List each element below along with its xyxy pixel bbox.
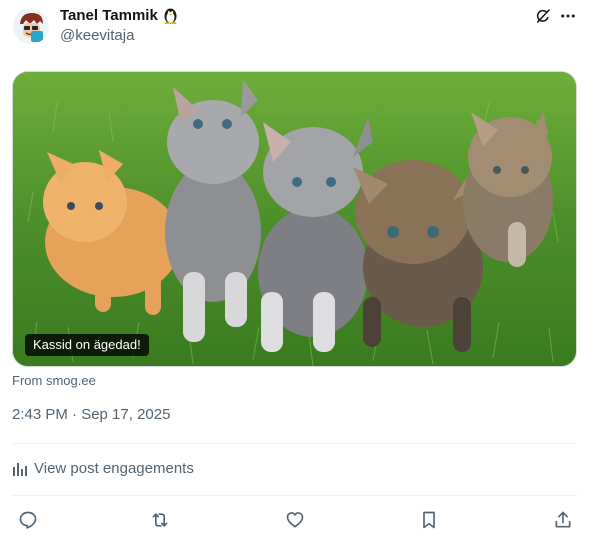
cartoon-avatar-icon <box>13 8 49 44</box>
avatar[interactable] <box>13 8 49 44</box>
more-icon[interactable] <box>558 6 578 26</box>
kittens-photo[interactable] <box>12 71 577 367</box>
alt-text-badge[interactable]: Kassid on ägedad! <box>25 334 149 356</box>
display-name[interactable]: Tanel Tammik <box>60 7 158 24</box>
divider <box>12 443 578 444</box>
penguin-icon <box>162 6 179 24</box>
share-icon[interactable] <box>551 509 575 531</box>
reply-icon[interactable] <box>16 509 40 531</box>
view-engagements-label: View post engagements <box>34 460 194 477</box>
analytics-icon <box>12 461 28 477</box>
like-icon[interactable] <box>283 509 307 531</box>
user-handle[interactable]: @keevitaja <box>60 27 134 44</box>
divider <box>12 495 578 496</box>
repost-icon[interactable] <box>148 509 172 531</box>
source-link[interactable]: From smog.ee <box>12 373 96 388</box>
grok-icon[interactable] <box>533 6 553 26</box>
post-timestamp[interactable]: 2:43 PM · Sep 17, 2025 <box>12 406 170 423</box>
view-engagements-link[interactable]: View post engagements <box>12 460 194 477</box>
bookmark-icon[interactable] <box>417 509 441 531</box>
